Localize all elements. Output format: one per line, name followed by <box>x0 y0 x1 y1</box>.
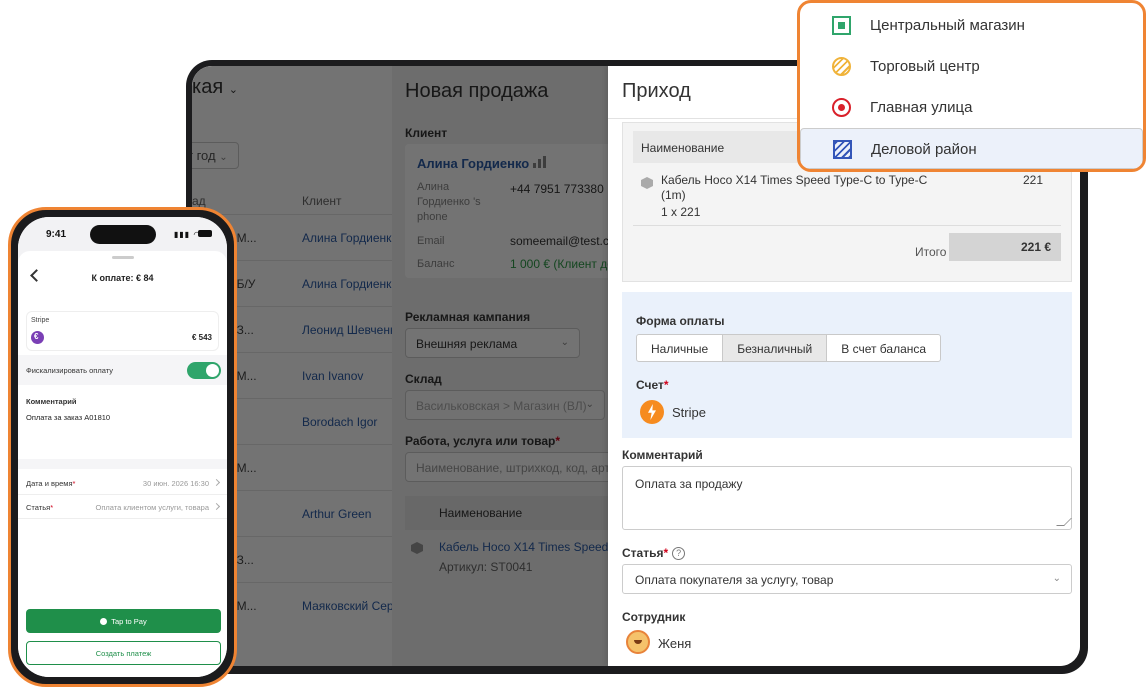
article-select[interactable]: Оплата покупателя за услугу, товар ⌄ <box>622 564 1072 594</box>
euro-icon <box>31 331 44 344</box>
resize-grip-icon[interactable] <box>1056 518 1072 526</box>
payment-method-amount: € 543 <box>191 333 212 342</box>
list-header[interactable]: кая ⌄ <box>192 76 238 99</box>
warehouse-label: Склад <box>405 372 442 386</box>
sheet-grabber[interactable] <box>112 256 134 259</box>
employee-name[interactable]: Женя <box>658 636 691 651</box>
balance-label: Баланс <box>417 258 455 270</box>
divider <box>633 225 1061 226</box>
datetime-value: 30 июн. 2026 16:30 <box>142 479 209 488</box>
chevron-down-icon: ⌄ <box>585 399 594 410</box>
product-box-icon <box>641 177 653 189</box>
contactless-icon <box>100 618 108 625</box>
account-value[interactable]: Stripe <box>672 405 706 420</box>
status-time: 9:41 <box>46 229 67 240</box>
location-option[interactable]: Главная улица <box>800 87 1143 128</box>
signal-bars-icon <box>533 156 547 168</box>
payment-method-block: Форма оплаты Наличные Безналичный В счет… <box>622 292 1072 438</box>
goods-search-input[interactable]: Наименование, штрихкод, код, артикул <box>405 452 608 482</box>
datetime-label: Дата и время* <box>26 479 76 488</box>
sheet-title: К оплате: € 84 <box>91 273 154 283</box>
email-value: someemail@test.com <box>510 234 608 248</box>
balance-value: 1 000 € (Клиент должен) <box>510 257 608 271</box>
article-label: Статья*? <box>622 546 686 561</box>
payment-method-segment: Наличные Безналичный В счет баланса <box>636 334 942 362</box>
chevron-right-icon <box>212 502 221 511</box>
location-option[interactable]: Центральный магазин <box>800 5 1143 46</box>
divider <box>18 459 227 469</box>
account-label: Счет* <box>636 378 669 392</box>
payment-method-label: Форма оплаты <box>636 314 725 328</box>
campaign-select[interactable]: Внешняя реклама ⌄ <box>405 328 580 358</box>
campaign-label: Рекламная кампания <box>405 310 531 324</box>
avatar <box>626 630 650 654</box>
client-label: Клиент <box>405 126 448 140</box>
chevron-right-icon <box>212 478 221 487</box>
location-option[interactable]: Торговый центр <box>800 46 1143 87</box>
total-label: Итого <box>915 245 947 259</box>
employee-label: Сотрудник <box>622 610 686 624</box>
phone-value: +44 7951 773380 <box>510 182 604 196</box>
battery-icon <box>198 230 212 237</box>
method-cashless[interactable]: Безналичный <box>723 335 828 361</box>
payment-sheet: К оплате: € 84 Stripe € 543 Фискализиров… <box>18 251 227 677</box>
blue-striped-square-icon <box>833 140 852 159</box>
chevron-down-icon: ⌄ <box>219 152 228 163</box>
payment-method-card[interactable]: Stripe € 543 <box>26 311 219 351</box>
client-name-link[interactable]: Алина Гордиенко <box>417 156 529 171</box>
fiscal-toggle[interactable] <box>187 362 221 379</box>
help-icon[interactable]: ? <box>672 547 686 561</box>
article-row[interactable]: Статья* Оплата клиентом услуги, товара <box>18 495 227 519</box>
comment-textarea[interactable]: Оплата за продажу <box>622 466 1072 530</box>
column-warehouse: ад <box>192 194 206 208</box>
goods-table-header: Наименование <box>405 496 608 530</box>
yellow-striped-circle-icon <box>832 57 851 76</box>
fiscal-label: Фискализировать оплату <box>26 366 114 375</box>
dynamic-island <box>90 225 156 244</box>
comment-label: Комментарий <box>622 448 703 462</box>
status-bar: 9:41 ▮▮▮ ◠ <box>18 217 227 251</box>
payment-title: Приход <box>622 80 691 102</box>
article-value: Оплата клиентом услуги, товара <box>95 503 209 512</box>
green-square-icon <box>832 16 851 35</box>
payment-method-label: Stripe <box>31 317 50 324</box>
product-box-icon <box>411 542 423 554</box>
red-target-icon <box>832 98 851 117</box>
receipt-item-name: Кабель Hoco X14 Times Speed Type-C to Ty… <box>661 173 928 202</box>
method-cash[interactable]: Наличные <box>637 335 724 361</box>
receipt-item-qty: 1 x 221 <box>661 205 701 219</box>
create-payment-button[interactable]: Создать платеж <box>26 641 221 665</box>
total-value: 221 € <box>949 233 1061 261</box>
phone-label: Алина Гордиенко 's phone <box>417 181 481 223</box>
product-link[interactable]: Кабель Hoco X14 Times Speed Type-C to Ty… <box>439 540 608 554</box>
location-option-selected[interactable]: Деловой район <box>800 128 1143 169</box>
new-sale-form: Новая продажа Клиент Алина Гордиенко Али… <box>392 66 608 666</box>
method-balance[interactable]: В счет баланса <box>827 335 940 361</box>
lightning-icon <box>640 400 664 424</box>
client-card: Алина Гордиенко Алина Гордиенко 's phone… <box>405 144 608 278</box>
article-label: Статья* <box>26 503 54 512</box>
chevron-down-icon: ⌄ <box>228 84 238 96</box>
comment-label: Комментарий <box>26 397 77 406</box>
goods-row[interactable]: Кабель Hoco X14 Times Speed Type-C to Ty… <box>405 536 608 580</box>
sale-title: Новая продажа <box>405 80 549 102</box>
phone-frame: 9:41 ▮▮▮ ◠ К оплате: € 84 Stripe € 543 Ф… <box>8 207 237 687</box>
warehouse-select[interactable]: Васильковская > Магазин (ВЛ) ⌄ <box>405 390 605 420</box>
period-filter[interactable]: т год ⌄ <box>192 142 239 169</box>
email-label: Email <box>417 235 445 247</box>
datetime-row[interactable]: Дата и время* 30 июн. 2026 16:30 <box>18 471 227 495</box>
goods-label: Работа, услуга или товар* <box>405 434 561 448</box>
chevron-down-icon: ⌄ <box>560 337 569 348</box>
product-sku: Артикул: ST0041 <box>439 560 533 574</box>
location-dropdown: Центральный магазин Торговый центр Главн… <box>797 0 1146 172</box>
phone-screen: 9:41 ▮▮▮ ◠ К оплате: € 84 Stripe € 543 Ф… <box>18 217 227 677</box>
chevron-down-icon: ⌄ <box>1052 573 1061 584</box>
column-client: Клиент <box>302 194 342 208</box>
comment-input[interactable]: Оплата за заказ A01810 <box>18 409 227 459</box>
receipt-item-sum: 221 <box>1022 173 1043 187</box>
tap-to-pay-button[interactable]: Tap to Pay <box>26 609 221 633</box>
fiscal-row: Фискализировать оплату <box>18 355 227 385</box>
stage: кая ⌄ т год ⌄ ад Клиент вская > М...Алин… <box>0 0 1146 690</box>
